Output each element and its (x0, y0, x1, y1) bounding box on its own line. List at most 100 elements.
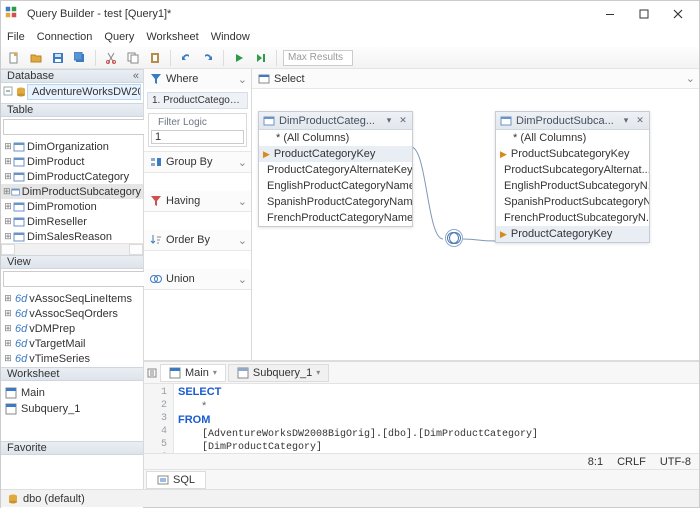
view-search-input[interactable] (3, 271, 155, 287)
tab-subquery-label: Subquery_1 (253, 367, 312, 379)
chevron-down-icon[interactable]: ⌄ (238, 73, 247, 86)
filter-logic-input[interactable]: 1 (151, 130, 244, 144)
where-section[interactable]: Where ⌄ (144, 69, 251, 89)
view-item[interactable]: ⊞6dvTimeSeries (1, 351, 143, 366)
worksheet-icon (237, 367, 249, 379)
chevron-down-icon[interactable]: ⌄ (238, 273, 247, 286)
table-scrollbar[interactable] (1, 243, 143, 255)
table-column[interactable]: ▶ProductCategoryKey (259, 146, 412, 162)
worksheet-panel-heading[interactable]: Worksheet (1, 367, 143, 381)
tab-main-label: Main (185, 367, 209, 379)
close-icon[interactable]: ✕ (398, 116, 408, 126)
copy-icon[interactable] (124, 49, 142, 67)
database-heading-label: Database (7, 70, 54, 82)
paste-icon[interactable] (146, 49, 164, 67)
table-item[interactable]: ⊞DimOrganization (1, 139, 143, 154)
table-column[interactable]: SpanishProductCategoryName (259, 194, 412, 210)
tree-expand-icon[interactable] (3, 86, 15, 98)
sql-editor[interactable]: SELECT * FROM [AdventureWorksDW2008BigOr… (174, 384, 699, 453)
view-item[interactable]: ⊞6dvAssocSeqOrders (1, 306, 143, 321)
worksheet-item[interactable]: Main (5, 385, 139, 401)
table-item[interactable]: ⊞DimProductCategory (1, 169, 143, 184)
chevron-down-icon[interactable]: ⌄ (238, 156, 247, 169)
table-item[interactable]: ⊞DimPromotion (1, 199, 143, 214)
worksheet-item[interactable]: Subquery_1 (5, 401, 139, 417)
chevron-down-icon[interactable]: ⌄ (238, 195, 247, 208)
union-section[interactable]: Union ⌄ (144, 269, 251, 289)
select-label: Select (274, 73, 305, 85)
new-icon[interactable] (5, 49, 23, 67)
schema-icon (7, 493, 19, 505)
table-column[interactable]: * (All Columns) (259, 130, 412, 146)
orderby-section[interactable]: Order By ⌄ (144, 230, 251, 250)
view-item[interactable]: ⊞6dvAssocSeqLineItems (1, 291, 143, 306)
menu-worksheet[interactable]: Worksheet (146, 31, 198, 43)
menu-connection[interactable]: Connection (37, 31, 93, 43)
table-panel-heading[interactable]: Table (1, 103, 143, 117)
close-button[interactable] (661, 2, 695, 26)
funnel-icon (150, 73, 162, 85)
database-selected[interactable]: AdventureWorksDW2008BigOri... (27, 84, 141, 100)
table-column[interactable]: FrenchProductSubcategoryN... (496, 210, 649, 226)
undo-icon[interactable] (177, 49, 195, 67)
minimize-button[interactable] (593, 2, 627, 26)
view-heading-label: View (7, 256, 31, 268)
inner-join-icon[interactable] (445, 229, 463, 247)
table-column[interactable]: EnglishProductSubcategoryN... (496, 178, 649, 194)
max-results-input[interactable]: Max Results (283, 50, 353, 66)
chevron-down-icon[interactable]: ⌄ (238, 234, 247, 247)
table-card-dimproductsubcategory[interactable]: DimProductSubca...▾✕* (All Columns)▶Prod… (495, 111, 650, 243)
history-icon[interactable] (146, 367, 158, 379)
view-panel-heading[interactable]: View (1, 255, 143, 269)
select-header[interactable]: Select ⌄ (252, 69, 699, 89)
view-item[interactable]: ⊞6dvDMPrep (1, 321, 143, 336)
table-card-dimproductcategory[interactable]: DimProductCateg...▾✕* (All Columns)▶Prod… (258, 111, 413, 227)
chevron-down-icon[interactable]: ▾ (621, 116, 631, 126)
schema-label[interactable]: dbo (default) (23, 493, 85, 505)
maximize-button[interactable] (627, 2, 661, 26)
having-section[interactable]: Having ⌄ (144, 191, 251, 211)
table-item[interactable]: ⊞DimSalesReason (1, 229, 143, 243)
chevron-down-icon[interactable]: ▾ (384, 116, 394, 126)
database-panel-heading[interactable]: Database « (1, 69, 143, 83)
table-column[interactable]: * (All Columns) (496, 130, 649, 146)
menu-window[interactable]: Window (211, 31, 250, 43)
table-column[interactable]: SpanishProductSubcategoryN... (496, 194, 649, 210)
diagram-canvas[interactable]: DimProductCateg...▾✕* (All Columns)▶Prod… (252, 89, 699, 360)
chevron-down-icon[interactable]: ⌄ (686, 72, 695, 85)
close-icon[interactable]: ✕ (635, 116, 645, 126)
table-column[interactable]: EnglishProductCategoryName (259, 178, 412, 194)
chevron-down-icon[interactable]: ▾ (213, 368, 217, 377)
table-search-input[interactable] (3, 119, 155, 135)
menu-file[interactable]: File (7, 31, 25, 43)
save-icon[interactable] (49, 49, 67, 67)
table-column[interactable]: FrenchProductCategoryName (259, 210, 412, 226)
open-icon[interactable] (27, 49, 45, 67)
table-item[interactable]: ⊞DimProductSubcategory (1, 184, 143, 199)
sql-icon (157, 474, 169, 486)
run-icon[interactable] (230, 49, 248, 67)
redo-icon[interactable] (199, 49, 217, 67)
saveall-icon[interactable] (71, 49, 89, 67)
table-item[interactable]: ⊞DimProduct (1, 154, 143, 169)
favorite-panel-heading[interactable]: Favorite (1, 441, 143, 455)
table-column[interactable]: ProductCategoryAlternateKey (259, 162, 412, 178)
filter-logic-legend: Filter Logic (155, 117, 210, 128)
view-item[interactable]: ⊞6dvTargetMail (1, 336, 143, 351)
toolbar: Max Results (1, 47, 699, 69)
table-column[interactable]: ▶ProductSubcategoryKey (496, 146, 649, 162)
table-item[interactable]: ⊞DimReseller (1, 214, 143, 229)
menu-query[interactable]: Query (104, 31, 134, 43)
run-step-icon[interactable] (252, 49, 270, 67)
orderby-icon (150, 234, 162, 246)
where-condition-chip[interactable]: 1. ProductCategoryKey =... (147, 92, 248, 109)
collapse-icon[interactable]: « (133, 70, 139, 82)
groupby-section[interactable]: Group By ⌄ (144, 152, 251, 172)
table-column[interactable]: ▶ProductCategoryKey (496, 226, 649, 242)
tab-main[interactable]: Main ▾ (160, 364, 226, 382)
chevron-down-icon[interactable]: ▾ (316, 368, 320, 377)
tab-subquery[interactable]: Subquery_1 ▾ (228, 364, 329, 382)
cut-icon[interactable] (102, 49, 120, 67)
table-column[interactable]: ProductSubcategoryAlternat... (496, 162, 649, 178)
sql-tab[interactable]: SQL (146, 471, 206, 489)
